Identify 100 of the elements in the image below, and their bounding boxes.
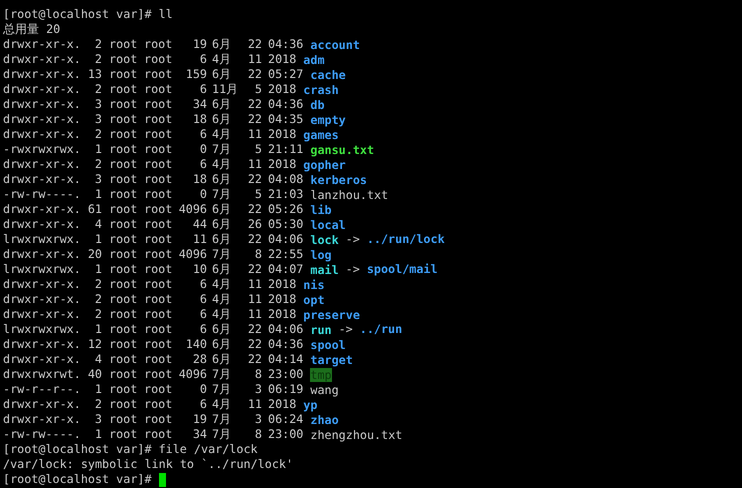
time: 21:11: [268, 142, 304, 157]
link-count: 3: [94, 412, 102, 427]
link-count: 1: [94, 262, 102, 277]
file-size: 18: [192, 172, 207, 187]
file-name: target: [310, 352, 353, 366]
owner: root: [109, 292, 137, 307]
owner: root: [109, 397, 137, 412]
file-size: 0: [198, 382, 207, 397]
permissions: drwxr-xr-x.: [3, 277, 81, 292]
file-name: zhengzhou.txt: [310, 428, 402, 442]
file-size: 34: [192, 97, 207, 112]
link-count: 3: [94, 112, 102, 127]
file-name: spool: [310, 338, 346, 352]
permissions: drwxr-xr-x.: [3, 172, 81, 187]
permissions: drwxr-xr-x.: [3, 337, 81, 352]
group: root: [144, 427, 172, 442]
day: 8: [242, 247, 262, 262]
month: 6月: [212, 322, 232, 337]
month: 7月: [212, 187, 232, 202]
file-size: 6: [198, 322, 207, 337]
group: root: [144, 217, 172, 232]
month: 6月: [212, 112, 232, 127]
file-name: db: [310, 98, 325, 112]
owner: root: [109, 262, 137, 277]
day: 22: [242, 202, 262, 217]
link-count: 2: [94, 292, 102, 307]
file-name: lock: [310, 232, 339, 246]
link-count: 2: [94, 37, 102, 52]
link-count: 2: [94, 82, 102, 97]
group: root: [144, 292, 172, 307]
day: 11: [242, 277, 262, 292]
day: 22: [242, 322, 262, 337]
month: 4月: [212, 52, 232, 67]
link-count: 20: [86, 247, 102, 262]
link-count: 40: [86, 367, 102, 382]
permissions: drwxr-xr-x.: [3, 112, 81, 127]
group: root: [144, 262, 172, 277]
group: root: [144, 172, 172, 187]
time: 23:00: [268, 367, 304, 382]
owner: root: [109, 82, 137, 97]
month: 6月: [212, 217, 232, 232]
month: 6月: [212, 232, 232, 247]
file-size: 28: [192, 352, 207, 367]
day: 5: [242, 142, 262, 157]
file-size: 34: [192, 427, 207, 442]
link-count: 1: [94, 142, 102, 157]
file-size: 6: [198, 277, 207, 292]
group: root: [144, 187, 172, 202]
permissions: drwxr-xr-x.: [3, 67, 81, 82]
day: 3: [242, 412, 262, 427]
day: 22: [242, 262, 262, 277]
link-count: 4: [94, 352, 102, 367]
day: 22: [242, 232, 262, 247]
link-target: spool/mail: [366, 262, 438, 277]
time: 2018: [268, 52, 296, 67]
permissions: drwxr-xr-x.: [3, 82, 81, 97]
permissions: drwxr-xr-x.: [3, 97, 81, 112]
group: root: [144, 247, 172, 262]
file-size: 159: [184, 67, 207, 82]
month: 6月: [212, 202, 232, 217]
group: root: [144, 307, 172, 322]
link-count: 2: [94, 277, 102, 292]
group: root: [144, 112, 172, 127]
month: 7月: [212, 412, 232, 427]
day: 22: [242, 112, 262, 127]
day: 22: [242, 37, 262, 52]
owner: root: [109, 37, 137, 52]
output-text: /var/lock: symbolic link to `../run/lock': [3, 457, 294, 472]
day: 11: [242, 52, 262, 67]
file-size: 4096: [178, 247, 207, 262]
owner: root: [109, 412, 137, 427]
permissions: drwxr-xr-x.: [3, 127, 81, 142]
time: 04:36: [268, 37, 304, 52]
file-name: zhao: [310, 412, 339, 426]
time: 2018: [268, 82, 296, 97]
group: root: [144, 67, 172, 82]
owner: root: [109, 382, 137, 397]
month: 7月: [212, 367, 232, 382]
month: 4月: [212, 397, 232, 412]
permissions: drwxr-xr-x.: [3, 37, 81, 52]
time: 06:19: [268, 382, 304, 397]
file-size: 6: [198, 307, 207, 322]
month: 6月: [212, 172, 232, 187]
shell-prompt: [root@localhost var]#: [3, 7, 152, 22]
link-count: 61: [86, 202, 102, 217]
link-count: 1: [94, 232, 102, 247]
file-size: 11: [192, 232, 207, 247]
file-name: local: [310, 218, 346, 232]
permissions: drwxr-xr-x.: [3, 52, 81, 67]
month: 4月: [212, 277, 232, 292]
group: root: [144, 97, 172, 112]
time: 04:14: [268, 352, 304, 367]
command-text: ll: [158, 7, 173, 22]
file-name: preserve: [303, 308, 360, 322]
time: 21:03: [268, 187, 304, 202]
owner: root: [109, 112, 137, 127]
owner: root: [109, 217, 137, 232]
time: 05:27: [268, 67, 304, 82]
day: 22: [242, 172, 262, 187]
time: 2018: [268, 397, 296, 412]
